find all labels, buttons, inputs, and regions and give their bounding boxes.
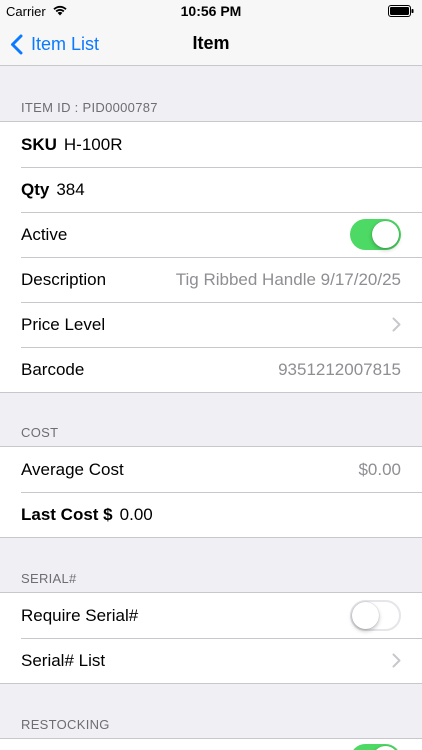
active-toggle[interactable]: [350, 219, 401, 250]
qty-value[interactable]: 384: [56, 180, 84, 200]
restocking-toggle[interactable]: [350, 744, 401, 750]
barcode-label: Barcode: [21, 359, 85, 379]
active-row: Active: [0, 212, 422, 257]
active-label: Active: [21, 224, 68, 244]
last-cost-value[interactable]: 0.00: [120, 505, 153, 525]
item-group: SKU H-100R Qty 384 Active Description Ti…: [0, 121, 422, 393]
barcode-value[interactable]: 9351212007815: [278, 360, 401, 380]
qty-label: Qty: [21, 179, 50, 199]
sku-label: SKU: [21, 134, 57, 154]
toggle-knob: [352, 602, 379, 629]
restocking-group: [0, 738, 422, 750]
status-time: 10:56 PM: [180, 3, 242, 19]
serial-list-row[interactable]: Serial# List: [0, 638, 422, 683]
average-cost-row: Average Cost $0.00: [0, 447, 422, 492]
last-cost-row[interactable]: Last Cost $ 0.00: [0, 492, 422, 537]
chevron-right-icon: [392, 653, 401, 668]
price-level-label: Price Level: [21, 314, 106, 334]
serial-header: SERIAL#: [21, 571, 77, 586]
toggle-knob: [372, 746, 399, 750]
qty-row[interactable]: Qty 384: [0, 167, 422, 212]
item-id-header: ITEM ID : PID0000787: [21, 100, 158, 115]
barcode-row[interactable]: Barcode 9351212007815: [0, 347, 422, 392]
sku-row[interactable]: SKU H-100R: [0, 122, 422, 167]
navigation-bar: Item List Item: [0, 22, 422, 66]
restocking-row: [0, 739, 422, 750]
battery-icon: [388, 5, 414, 17]
description-label: Description: [21, 269, 107, 289]
cost-group: Average Cost $0.00 Last Cost $ 0.00: [0, 446, 422, 538]
page-title: Item: [192, 33, 230, 53]
require-serial-row: Require Serial#: [0, 593, 422, 638]
toggle-knob: [372, 221, 399, 248]
description-value[interactable]: Tig Ribbed Handle 9/17/20/25: [176, 270, 401, 290]
chevron-right-icon: [392, 317, 401, 332]
average-cost-value: $0.00: [358, 459, 401, 479]
last-cost-label: Last Cost $: [21, 504, 113, 524]
sku-value[interactable]: H-100R: [64, 135, 123, 155]
status-bar: Carrier 10:56 PM: [0, 0, 422, 22]
require-serial-label: Require Serial#: [21, 605, 139, 625]
serial-list-label: Serial# List: [21, 650, 106, 670]
price-level-row[interactable]: Price Level: [0, 302, 422, 347]
serial-group: Require Serial# Serial# List: [0, 592, 422, 684]
cost-header: COST: [21, 425, 59, 440]
average-cost-label: Average Cost: [21, 459, 124, 479]
restocking-header: RESTOCKING: [21, 717, 110, 732]
require-serial-toggle[interactable]: [350, 600, 401, 631]
description-row[interactable]: Description Tig Ribbed Handle 9/17/20/25: [0, 257, 422, 302]
